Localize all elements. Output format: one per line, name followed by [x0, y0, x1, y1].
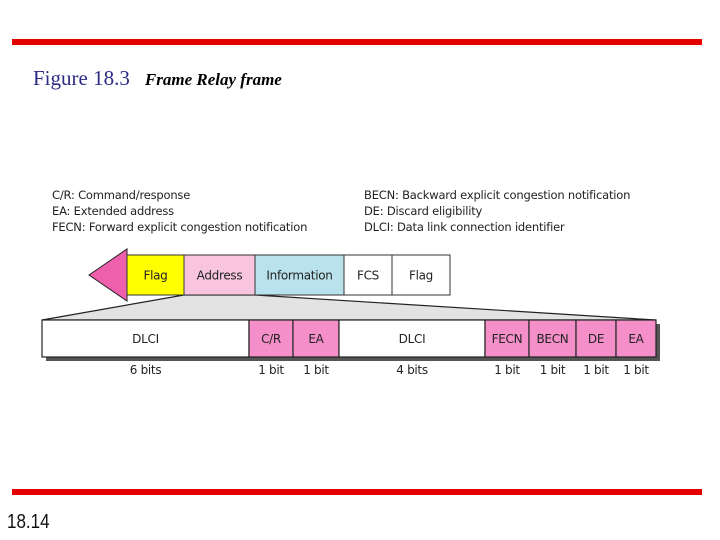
address-field-label: EA — [308, 332, 324, 346]
frame-fields: Flag Address Information FCS Flag — [126, 254, 451, 296]
address-field-label: FECN — [492, 332, 523, 346]
frame-field-label: Information — [266, 269, 332, 283]
address-field-becn: BECN — [528, 319, 577, 358]
address-field-ea: EA — [292, 319, 340, 358]
address-field-cr: C/R — [248, 319, 294, 358]
bottom-divider — [12, 489, 702, 495]
address-field-fecn: FECN — [484, 319, 530, 358]
frame-field-fcs: FCS — [343, 254, 393, 296]
frame-field-information: Information — [254, 254, 345, 296]
address-field-label: DE — [588, 332, 604, 346]
frame-diagram: Flag Address Information FCS Flag DLCI C/R EA D… — [41, 248, 660, 377]
frame-field-flag-end: Flag — [391, 254, 451, 296]
bit-width-label: 1 bit — [583, 363, 609, 377]
address-bit-widths: 6 bits 1 bit 1 bit 4 bits 1 bit 1 bit 1 bit 1 b… — [130, 363, 650, 377]
direction-arrow-icon — [88, 248, 128, 302]
frame-field-address: Address — [183, 254, 256, 296]
address-expansion-fan — [41, 294, 657, 321]
frame-field-label: Flag — [143, 269, 167, 283]
address-field-dlci: DLCI — [338, 319, 486, 358]
frame-field-label: FCS — [357, 269, 379, 283]
address-field-dlci: DLCI — [41, 319, 250, 358]
address-field-label: C/R — [261, 332, 281, 346]
address-field-label: DLCI — [399, 332, 426, 346]
page-number: 18.14 — [7, 511, 50, 533]
bit-width-label: 1 bit — [303, 363, 329, 377]
address-field-label: EA — [628, 332, 644, 346]
bit-width-label: 1 bit — [540, 363, 566, 377]
address-fields: DLCI C/R EA DLCI FECN BECN DE EA — [41, 319, 657, 358]
bit-width-label: 1 bit — [258, 363, 284, 377]
frame-field-label: Address — [197, 269, 243, 283]
bit-width-label: 6 bits — [130, 363, 162, 377]
frame-field-flag-start: Flag — [126, 254, 185, 296]
bit-width-label: 1 bit — [494, 363, 520, 377]
address-field-de: DE — [575, 319, 617, 358]
address-field-ea: EA — [615, 319, 657, 358]
address-field-label: DLCI — [132, 332, 159, 346]
address-field-label: BECN — [537, 332, 569, 346]
bit-width-label: 4 bits — [396, 363, 428, 377]
frame-field-label: Flag — [409, 269, 433, 283]
bit-width-label: 1 bit — [623, 363, 649, 377]
